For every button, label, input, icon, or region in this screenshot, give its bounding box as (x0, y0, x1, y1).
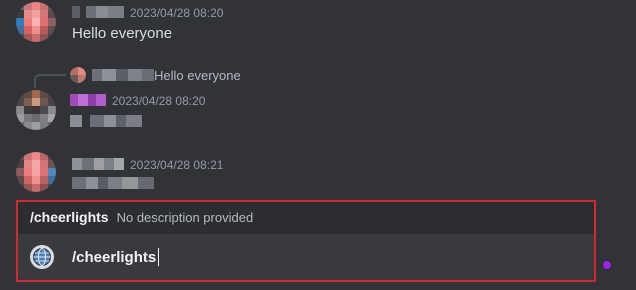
reply-username-redacted[interactable] (92, 69, 154, 81)
command-suggestion[interactable]: /cheerlights No description provided (16, 200, 596, 234)
username-redacted[interactable] (72, 6, 124, 18)
globe-icon[interactable] (30, 245, 54, 269)
reply-avatar[interactable] (70, 67, 86, 83)
username-redacted[interactable] (70, 94, 106, 106)
reply-connector (34, 74, 66, 88)
command-description: No description provided (116, 209, 254, 225)
message-text: Hello everyone (72, 25, 173, 42)
avatar[interactable] (16, 90, 56, 130)
text-caret (158, 248, 160, 266)
avatar[interactable] (16, 152, 56, 192)
message-text-redacted (72, 177, 154, 189)
reply-preview-text[interactable]: Hello everyone (154, 68, 241, 83)
message-timestamp: 2023/04/28 08:21 (130, 158, 224, 172)
message-timestamp: 2023/04/28 08:20 (130, 6, 224, 20)
message-text-redacted (70, 115, 142, 127)
message-input[interactable]: /cheerlights (16, 234, 596, 280)
command-name: /cheerlights (30, 209, 109, 225)
message-timestamp: 2023/04/28 08:20 (112, 94, 206, 108)
input-value: /cheerlights (72, 248, 157, 266)
globe-icon-svg (33, 248, 51, 266)
status-indicator (602, 260, 612, 270)
username-redacted[interactable] (72, 158, 124, 170)
avatar[interactable] (16, 2, 56, 42)
